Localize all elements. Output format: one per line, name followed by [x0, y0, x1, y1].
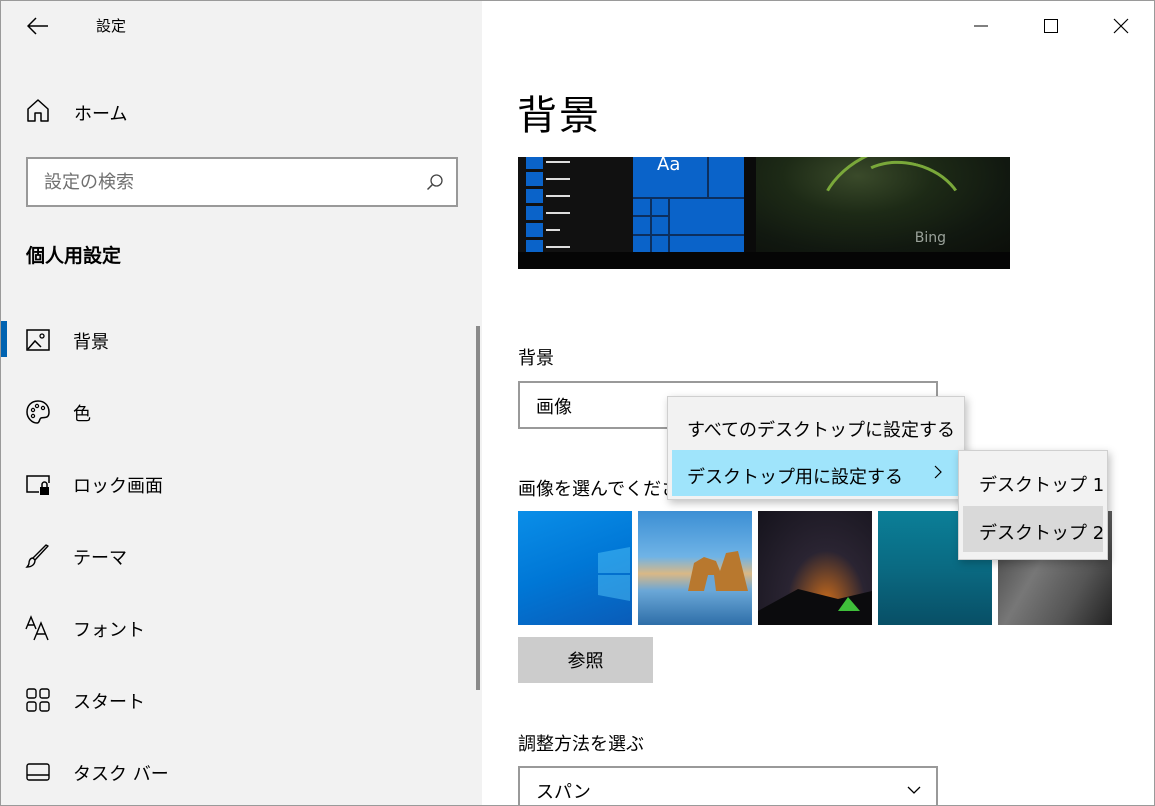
sidebar-item-fonts[interactable]: フォント: [1, 591, 471, 663]
page-title: 背景: [517, 93, 601, 139]
sidebar-item-start[interactable]: スタート: [1, 663, 471, 735]
start-grid-icon: [26, 688, 50, 712]
picture-icon: [26, 329, 50, 351]
close-button[interactable]: [1086, 1, 1154, 51]
chevron-down-icon: [907, 786, 921, 794]
background-preview: Aa Bing: [518, 157, 1010, 269]
rock-arch-icon: [688, 551, 748, 591]
sidebar: 設定 ホーム 個人用設定 背景 色 ロック画面: [1, 1, 482, 805]
back-button[interactable]: [23, 11, 53, 41]
submenu-item-label: デスクトップ 1: [979, 475, 1105, 496]
submenu-item-desktop-2[interactable]: デスクトップ 2: [963, 506, 1105, 552]
font-icon: [25, 615, 49, 641]
sidebar-item-label: 色: [73, 404, 91, 425]
taskbar-icon: [26, 763, 50, 781]
preview-sample-text: Aa: [657, 157, 681, 175]
palette-icon: [26, 400, 50, 424]
sidebar-item-label: フォント: [73, 620, 145, 641]
maximize-icon: [1044, 19, 1058, 33]
sidebar-item-lock-screen[interactable]: ロック画面: [1, 447, 471, 519]
sidebar-item-background[interactable]: 背景: [1, 303, 471, 375]
search-input[interactable]: [44, 169, 414, 195]
menu-item-set-for-desktop[interactable]: デスクトップ用に設定する: [672, 450, 960, 496]
preview-taskbar: [518, 252, 1010, 269]
sidebar-item-label: 背景: [73, 332, 109, 353]
sidebar-item-label: ホーム: [74, 104, 128, 125]
bing-watermark: Bing: [914, 230, 946, 246]
window-controls: [946, 1, 1154, 51]
dropdown-value: 画像: [536, 397, 572, 418]
sidebar-item-home[interactable]: ホーム: [1, 87, 482, 135]
menu-item-set-all-desktops[interactable]: すべてのデスクトップに設定する: [672, 403, 960, 449]
fit-label: 調整方法を選ぶ: [518, 734, 644, 755]
search-icon: [426, 174, 443, 191]
background-type-label: 背景: [518, 348, 554, 369]
chevron-right-icon: [934, 465, 942, 479]
menu-item-label: すべてのデスクトップに設定する: [687, 420, 956, 441]
search-field[interactable]: [26, 157, 458, 207]
sidebar-item-theme[interactable]: テーマ: [1, 519, 471, 591]
fit-dropdown[interactable]: スパン: [518, 766, 938, 805]
sidebar-item-taskbar[interactable]: タスク バー: [1, 735, 471, 805]
submenu-item-desktop-1[interactable]: デスクトップ 1: [963, 458, 1105, 504]
close-icon: [1113, 18, 1129, 34]
submenu-item-label: デスクトップ 2: [979, 523, 1105, 544]
sidebar-scrollbar[interactable]: [476, 326, 480, 690]
choose-image-label: 画像を選んでくださ: [518, 479, 680, 500]
preview-tiles: Aa: [633, 157, 744, 252]
app-title: 設定: [96, 17, 127, 35]
sidebar-item-label: ロック画面: [73, 476, 163, 497]
minimize-icon: [974, 25, 988, 27]
home-icon: [27, 99, 49, 122]
sidebar-item-label: テーマ: [73, 548, 127, 569]
sidebar-item-color[interactable]: 色: [1, 375, 471, 447]
sidebar-item-label: タスク バー: [73, 764, 169, 785]
brush-icon: [25, 544, 49, 568]
thumbnail-windows[interactable]: [518, 511, 632, 625]
preview-photo: Bing: [756, 157, 1010, 252]
thumbnail-night-sky[interactable]: [758, 511, 872, 625]
lock-screen-icon: [26, 475, 50, 495]
sidebar-item-label: スタート: [73, 692, 145, 713]
minimize-button[interactable]: [946, 1, 1016, 51]
dropdown-value: スパン: [536, 782, 591, 803]
menu-item-label: デスクトップ用に設定する: [687, 467, 903, 488]
section-heading: 個人用設定: [26, 245, 122, 267]
thumbnail-beach[interactable]: [638, 511, 752, 625]
windows-logo-icon: [598, 547, 630, 601]
settings-window: 設定 ホーム 個人用設定 背景 色 ロック画面: [0, 0, 1155, 806]
browse-button[interactable]: 参照: [518, 637, 653, 683]
tent-icon: [758, 589, 872, 625]
maximize-button[interactable]: [1016, 1, 1086, 51]
desktop-submenu: デスクトップ 1 デスクトップ 2: [958, 450, 1108, 560]
selection-indicator: [1, 321, 7, 357]
preview-start-menu: [518, 157, 633, 252]
arrow-left-icon: [27, 17, 48, 35]
sidebar-nav: 背景 色 ロック画面 テーマ フォント スタート タスク バー: [1, 303, 471, 805]
context-menu: すべてのデスクトップに設定する デスクトップ用に設定する: [667, 396, 965, 500]
